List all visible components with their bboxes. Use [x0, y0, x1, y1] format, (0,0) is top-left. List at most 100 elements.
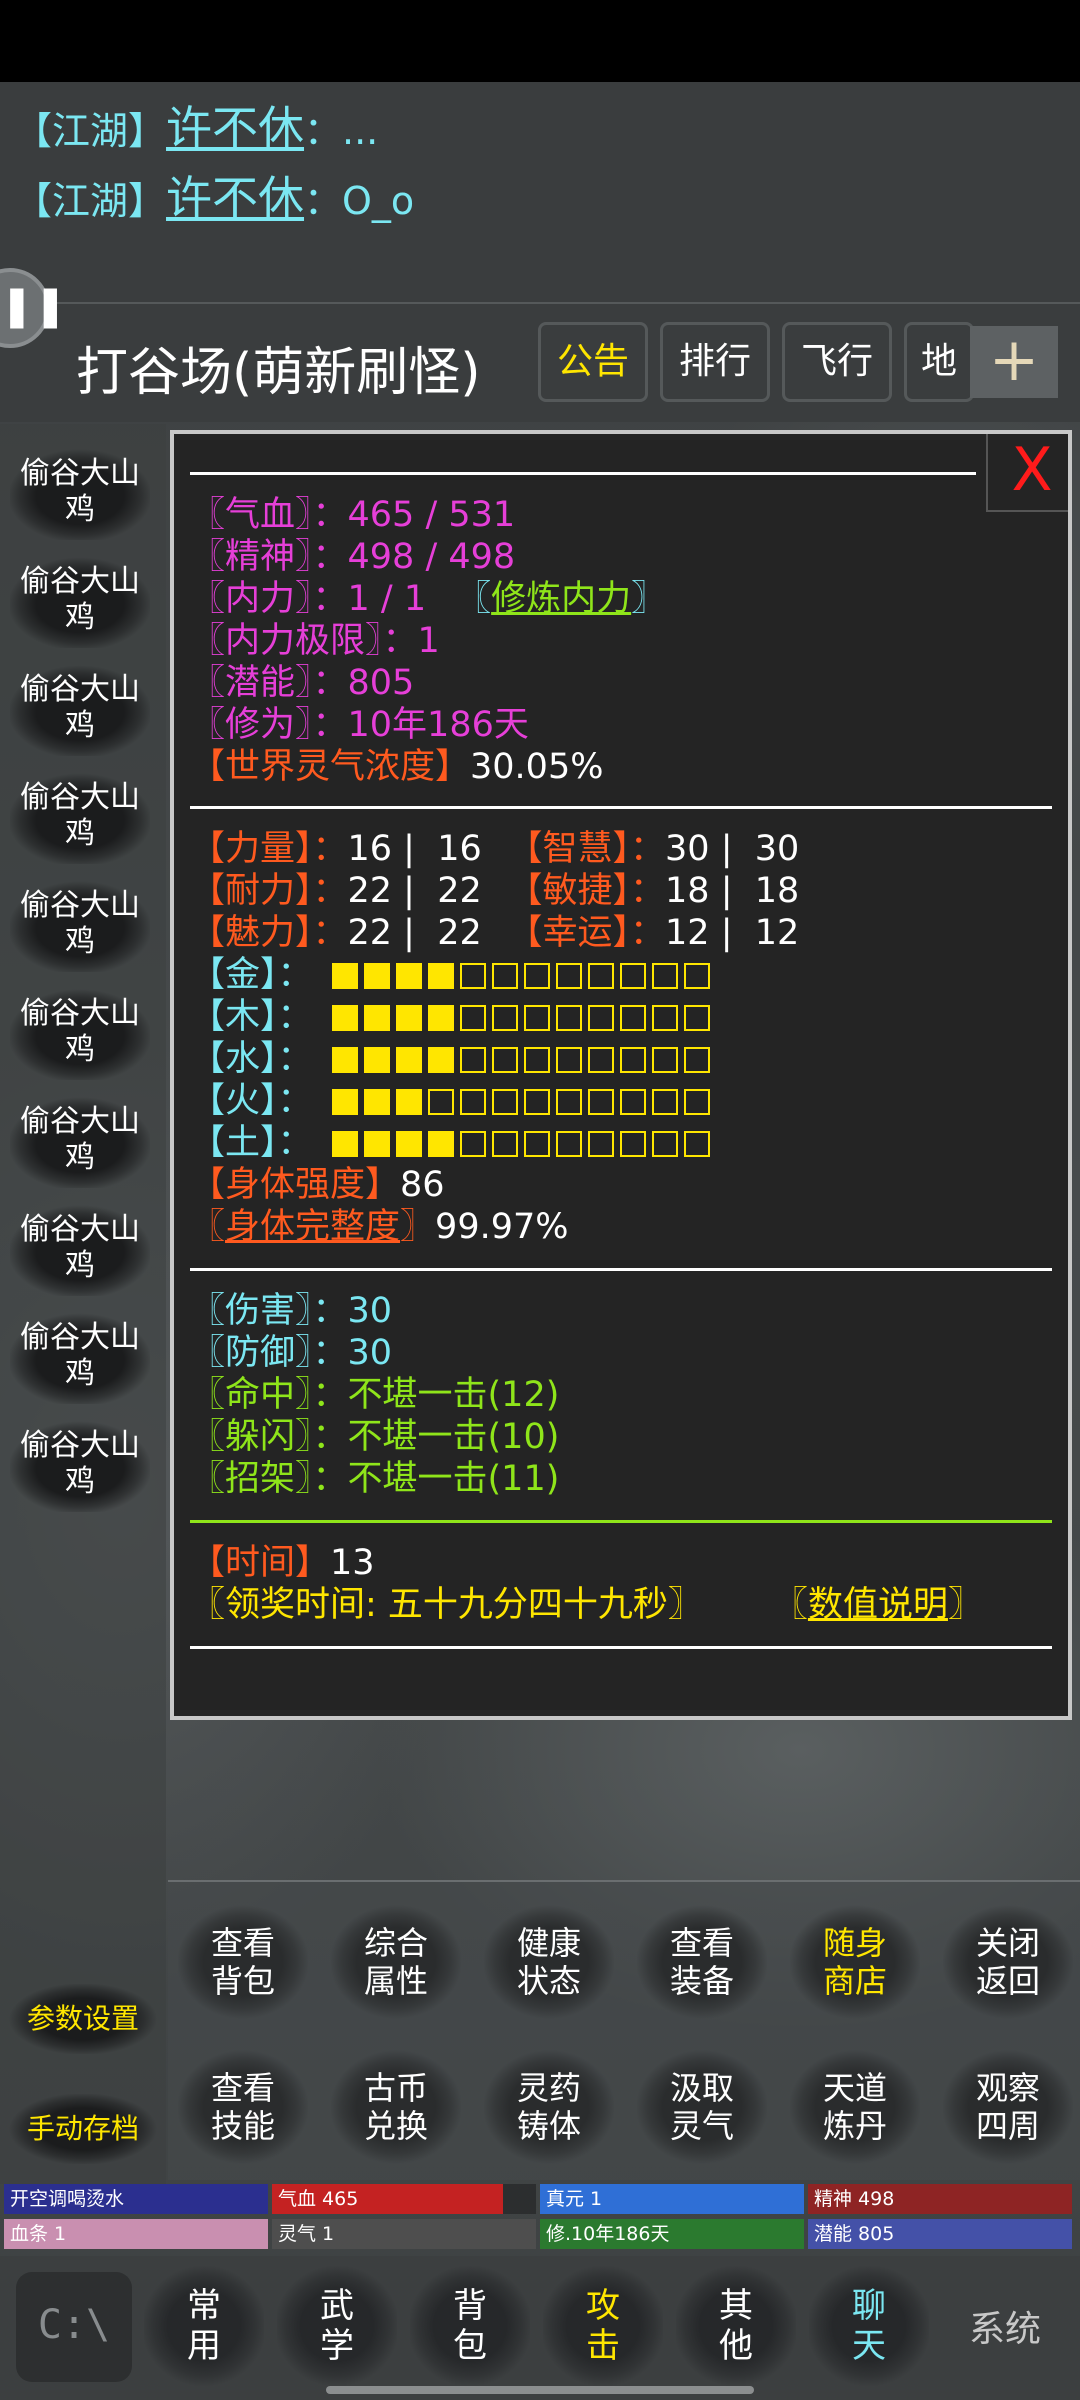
- empty-square: [492, 1131, 518, 1157]
- status-bar-text: 开空调喝烫水: [10, 2188, 125, 2210]
- menu-button[interactable]: 天道 炼丹: [790, 2047, 920, 2167]
- empty-square: [620, 1131, 646, 1157]
- parry-value: 不堪一击(11): [347, 1459, 560, 1499]
- ranking-button[interactable]: 排行: [660, 322, 770, 402]
- chat-message: ：...: [304, 109, 379, 153]
- hp-value: 465 / 531: [347, 495, 516, 535]
- spirit-label: 〖精神〗：: [190, 537, 348, 577]
- monster-button[interactable]: 偷谷大山鸡: [10, 876, 150, 972]
- status-bar: 真元 1: [540, 2184, 804, 2214]
- train-inner-power-link[interactable]: 修炼内力: [491, 579, 631, 619]
- status-bar-text: 灵气 1: [278, 2223, 335, 2245]
- map-button[interactable]: 地: [904, 322, 974, 402]
- menu-button[interactable]: 关闭 返回: [943, 1902, 1073, 2022]
- action-menu: 查看 背包 综合 属性 健康 状态 查看 装备 随身 商店 关闭 返回 查看 技能 古币 兑换 灵药 铸体 汲取 灵气…: [168, 1880, 1080, 2180]
- filled-square: [332, 1047, 358, 1073]
- nav-attack-button[interactable]: 攻击: [543, 2266, 663, 2386]
- monster-button[interactable]: 偷谷大山鸡: [10, 660, 150, 756]
- element-label: 【水】：: [190, 1039, 313, 1079]
- menu-button-label: 灵气: [669, 2107, 734, 2145]
- menu-button[interactable]: 随身 商店: [790, 1902, 920, 2022]
- chat-line: 【江湖】许不休：O_o: [14, 168, 414, 231]
- pause-icon[interactable]: ❚❚: [0, 268, 67, 348]
- monster-button[interactable]: 偷谷大山鸡: [10, 552, 150, 648]
- time-row: 【时间】13: [190, 1542, 375, 1584]
- plus-icon[interactable]: +: [970, 326, 1058, 398]
- close-icon[interactable]: X: [986, 434, 1068, 512]
- monster-name: 偷谷大山鸡: [20, 672, 140, 743]
- monster-button[interactable]: 偷谷大山鸡: [10, 1200, 150, 1296]
- menu-button-label: 属性: [363, 1962, 428, 2000]
- nav-chat-button[interactable]: 聊天: [809, 2266, 929, 2386]
- menu-button-label: 查看: [210, 2069, 275, 2107]
- stamina-value: 22 | 22: [347, 871, 482, 911]
- agility-value: 18 | 18: [665, 871, 800, 911]
- filled-square: [364, 1005, 390, 1031]
- bracket: 〗: [631, 579, 667, 619]
- nav-label: 天: [852, 2326, 886, 2366]
- nav-bag-button[interactable]: 背包: [410, 2266, 530, 2386]
- menu-button[interactable]: 查看 装备: [637, 1902, 767, 2022]
- chat-channel-tag: 【江湖】: [14, 109, 167, 153]
- status-bar-text: 精神 498: [814, 2188, 895, 2210]
- monster-button[interactable]: 偷谷大山鸡: [10, 444, 150, 540]
- settings-button[interactable]: 参数设置: [8, 1984, 158, 2054]
- filled-square: [332, 1131, 358, 1157]
- monster-name: 偷谷大山鸡: [20, 1104, 140, 1175]
- nav-common-button[interactable]: 常用: [144, 2266, 264, 2386]
- nav-label: 其: [719, 2286, 753, 2326]
- empty-square: [428, 1089, 454, 1115]
- time-value: 13: [330, 1543, 375, 1583]
- empty-square: [460, 1089, 486, 1115]
- monster-button[interactable]: 偷谷大山鸡: [10, 768, 150, 864]
- announcement-button[interactable]: 公告: [538, 322, 648, 402]
- status-bar: 潜能 805: [808, 2219, 1072, 2249]
- nav-label: 用: [187, 2326, 221, 2366]
- damage-row: 〖伤害〗：30: [190, 1290, 392, 1332]
- menu-button[interactable]: 观察 四周: [943, 2047, 1073, 2167]
- status-bar: 开空调喝烫水: [4, 2184, 268, 2214]
- menu-button[interactable]: 健康 状态: [484, 1902, 614, 2022]
- console-icon[interactable]: C:\: [16, 2272, 132, 2382]
- nav-martial-button[interactable]: 武学: [277, 2266, 397, 2386]
- menu-button[interactable]: 查看 技能: [178, 2047, 308, 2167]
- empty-square: [556, 1131, 582, 1157]
- monster-name: 偷谷大山鸡: [20, 1428, 140, 1499]
- empty-square: [620, 1047, 646, 1073]
- monster-button[interactable]: 偷谷大山鸡: [10, 1092, 150, 1188]
- value-explanation-link[interactable]: 数值说明: [808, 1585, 948, 1625]
- body-integrity-link[interactable]: 身体完整度: [225, 1207, 400, 1247]
- empty-square: [588, 963, 614, 989]
- monster-button[interactable]: 偷谷大山鸡: [10, 1308, 150, 1404]
- empty-square: [556, 1089, 582, 1115]
- menu-button-label: 背包: [210, 1962, 275, 2000]
- chat-player-name[interactable]: 许不休: [166, 101, 304, 155]
- menu-button[interactable]: 查看 背包: [178, 1902, 308, 2022]
- monster-name: 偷谷大山鸡: [20, 996, 140, 1067]
- bracket: 〖: [190, 1207, 226, 1247]
- menu-button[interactable]: 古币 兑换: [331, 2047, 461, 2167]
- element-row: 【金】：: [190, 954, 716, 996]
- chat-player-name[interactable]: 许不休: [166, 171, 304, 225]
- menu-button[interactable]: 灵药 铸体: [484, 2047, 614, 2167]
- menu-button[interactable]: 汲取 灵气: [637, 2047, 767, 2167]
- filled-square: [428, 963, 454, 989]
- menu-button-label: 古币: [363, 2069, 428, 2107]
- menu-button[interactable]: 综合 属性: [331, 1902, 461, 2022]
- cultivation-row: 〖修为〗：10年186天: [190, 704, 529, 746]
- empty-square: [588, 1047, 614, 1073]
- damage-label: 〖伤害〗：: [190, 1291, 348, 1331]
- monster-button[interactable]: 偷谷大山鸡: [10, 984, 150, 1080]
- monster-button[interactable]: 偷谷大山鸡: [10, 1416, 150, 1512]
- world-qi-label: 【世界灵气浓度】: [190, 747, 471, 787]
- charm-value: 22 | 22: [347, 913, 482, 953]
- manual-save-button[interactable]: 手动存档: [8, 2094, 158, 2164]
- system-gear-icon[interactable]: 系统: [950, 2280, 1060, 2380]
- home-indicator: [326, 2386, 754, 2394]
- charm-label: 【魅力】：: [190, 913, 348, 953]
- hit-value: 不堪一击(12): [347, 1375, 560, 1415]
- fly-button[interactable]: 飞行: [782, 322, 892, 402]
- strength-value: 16 | 16: [347, 829, 482, 869]
- nav-other-button[interactable]: 其他: [676, 2266, 796, 2386]
- cultivation-label: 〖修为〗：: [190, 705, 348, 745]
